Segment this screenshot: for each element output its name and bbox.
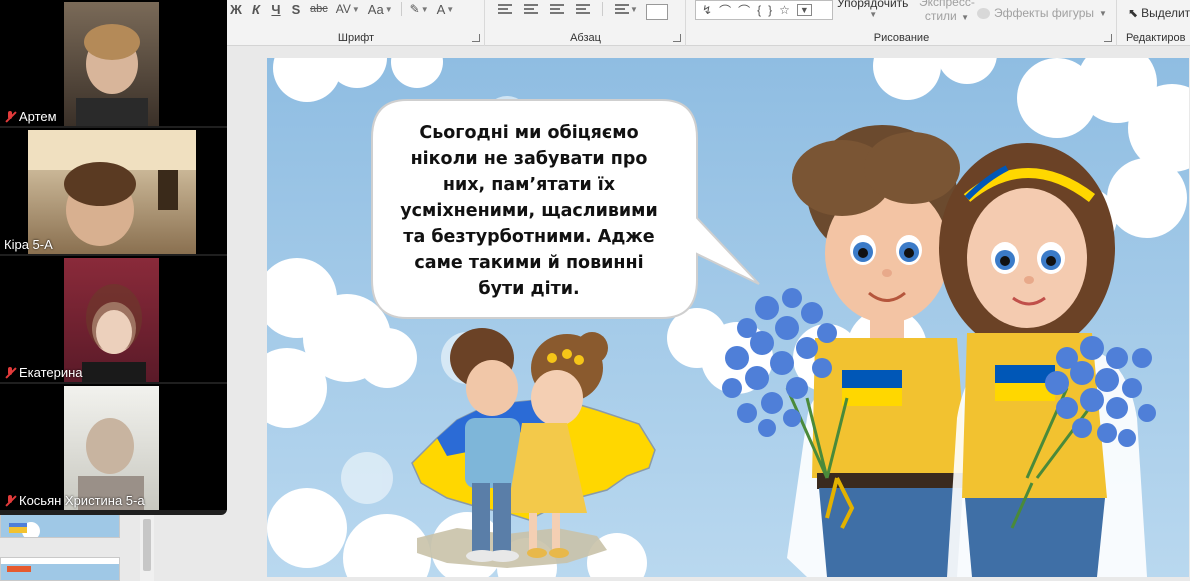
speech-line: та безтурботними. Адже [403, 227, 655, 247]
participant-name: Косьян Христина 5-а [4, 493, 145, 508]
arc-shape-icon[interactable]: ⌒ [738, 2, 750, 19]
participant-tile[interactable]: Кіра 5-А [0, 128, 227, 254]
font-group-label: Шрифт [337, 32, 375, 44]
arrange-button[interactable]: Упорядочить ▼ [837, 0, 908, 19]
speech-line: усміхненими, щасливими [400, 201, 658, 221]
curve-shape-icon[interactable]: ⌒ [719, 2, 731, 19]
editing-group-label: Редактиров [1126, 32, 1186, 44]
strikethrough-button[interactable]: abc [308, 1, 330, 17]
align-center-icon [524, 4, 538, 14]
speech-line: саме такими й повинні [414, 253, 644, 273]
presentation-app-window: { "ribbon": { "font_group": { "label": "… [0, 0, 1190, 581]
muted-microphone-icon [4, 494, 16, 507]
align-center-button[interactable] [522, 1, 540, 17]
change-case-button[interactable]: Aa ▼ [366, 1, 395, 17]
font-color-button[interactable]: A ▼ [435, 1, 457, 17]
smartart-button[interactable] [646, 4, 668, 20]
speech-line: ніколи не забувати про [410, 149, 648, 169]
align-left-button[interactable] [496, 1, 514, 17]
align-right-icon [550, 4, 564, 14]
current-slide[interactable]: Сьогодні ми обіцяємо ніколи не забувати … [267, 58, 1189, 577]
participant-video [64, 386, 159, 510]
speech-bubble-text[interactable]: Сьогодні ми обіцяємо ніколи не забувати … [389, 120, 669, 302]
underline-button[interactable]: Ч [268, 1, 284, 17]
shapes-gallery[interactable]: ↯ ⌒ ⌒ { } ☆ ▼ [695, 0, 833, 20]
drawing-group: ↯ ⌒ ⌒ { } ☆ ▼ Упорядочить ▼ Экспресс- ст… [687, 0, 1117, 46]
participant-tile[interactable]: Артем [0, 0, 227, 126]
left-brace-shape-icon[interactable]: { [757, 3, 761, 17]
justify-icon [576, 4, 590, 14]
shape-effects-button[interactable]: Эффекты фигуры ▼ [977, 6, 1107, 20]
font-dialog-launcher-icon[interactable] [472, 34, 480, 42]
speech-line: них, пам’ятати їх [442, 175, 616, 195]
divider [400, 2, 402, 16]
quick-styles-button[interactable]: Экспресс- стили ▼ [919, 0, 975, 23]
video-call-participants-panel: Артем Кіра 5-А Екатерина Косьян Христина… [0, 0, 227, 515]
paragraph-group: ▼ Абзац [486, 0, 686, 46]
select-button[interactable]: ⬉ Выделит [1128, 6, 1190, 20]
shadow-button[interactable]: S [288, 1, 304, 17]
highlighter-icon: ✎ [409, 2, 420, 16]
align-left-icon [498, 4, 512, 14]
paragraph-group-label: Абзац [570, 32, 601, 44]
participant-video [64, 258, 159, 382]
participant-name: Екатерина [4, 365, 83, 380]
slide-thumbnail[interactable] [0, 557, 120, 581]
bold-button[interactable]: Ж [228, 1, 244, 17]
drawing-dialog-launcher-icon[interactable] [1104, 34, 1112, 42]
more-shapes-icon[interactable]: ▼ [796, 4, 812, 16]
drawing-group-label: Рисование [873, 32, 930, 44]
participant-tile[interactable]: Косьян Христина 5-а [0, 384, 227, 510]
freeform-shape-icon[interactable]: ↯ [702, 3, 712, 17]
columns-button[interactable]: ▼ [613, 1, 640, 17]
italic-button[interactable]: К [248, 1, 264, 17]
paragraph-dialog-launcher-icon[interactable] [673, 34, 681, 42]
muted-microphone-icon [4, 366, 16, 379]
character-spacing-button[interactable]: AV ▼ [334, 1, 362, 17]
justify-button[interactable] [574, 1, 592, 17]
participant-video [28, 130, 196, 254]
columns-icon [615, 4, 629, 14]
participant-name: Кіра 5-А [4, 237, 53, 252]
star-shape-icon[interactable]: ☆ [779, 3, 790, 17]
muted-microphone-icon [4, 110, 16, 123]
divider [602, 2, 603, 16]
editing-group: ⬉ Выделит Редактиров [1118, 0, 1190, 46]
scrollbar-thumb[interactable] [143, 519, 151, 571]
participant-name: Артем [4, 109, 57, 124]
align-right-button[interactable] [548, 1, 566, 17]
speech-line: бути діти. [478, 279, 580, 299]
arrange-dropdown-icon: ▼ [869, 10, 878, 19]
participant-video [64, 2, 159, 126]
shape-effects-icon [977, 7, 990, 19]
participant-tile[interactable]: Екатерина [0, 256, 227, 382]
cursor-arrow-icon: ⬉ [1128, 6, 1139, 20]
speech-line: Сьогодні ми обіцяємо [419, 123, 639, 143]
highlight-color-button[interactable]: ✎ ▼ [408, 1, 431, 17]
right-brace-shape-icon[interactable]: } [768, 3, 772, 17]
thumbnails-scrollbar[interactable] [140, 515, 154, 581]
